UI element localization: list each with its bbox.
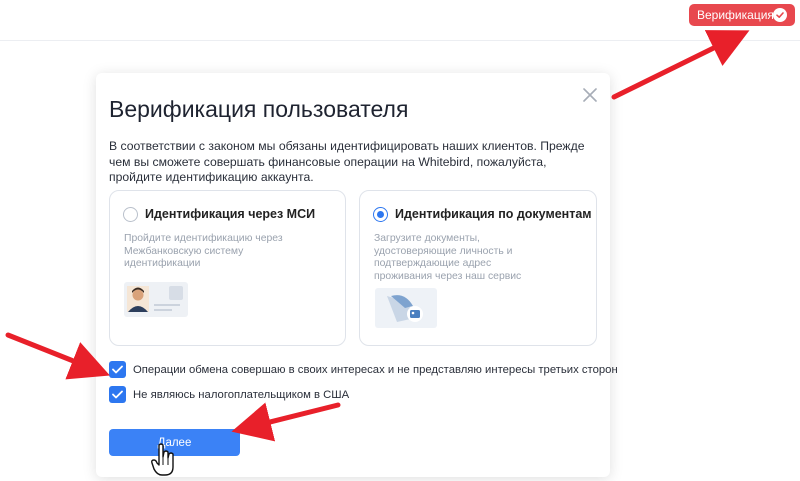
radio-icon[interactable] xyxy=(123,207,138,222)
modal-title: Верификация пользователя xyxy=(109,96,409,122)
id-card-icon xyxy=(124,282,188,317)
hand-pointer-icon xyxy=(151,443,177,477)
verification-badge-label: Верификация xyxy=(697,8,774,22)
document-icon xyxy=(375,288,437,328)
option-description-msi: Пройдите идентификацию через Межбанковск… xyxy=(124,233,283,270)
radio-icon[interactable] xyxy=(373,207,388,222)
modal-description: В соответствии с законом мы обязаны иден… xyxy=(109,139,585,184)
option-card-documents[interactable]: Идентификация по документам Загрузите до… xyxy=(359,190,597,346)
check-circle-icon xyxy=(773,8,787,22)
verification-badge[interactable]: Верификация xyxy=(689,4,795,26)
option-card-msi[interactable]: Идентификация через МСИ Пройдите идентиф… xyxy=(109,190,346,346)
checkbox-own-interests[interactable]: Операции обмена совершаю в своих интерес… xyxy=(109,361,618,378)
checkbox-not-us-taxpayer[interactable]: Не являюсь налогоплательщиком в США xyxy=(109,386,349,403)
checkbox-label-not-us-taxpayer: Не являюсь налогоплательщиком в США xyxy=(133,388,350,401)
close-icon[interactable] xyxy=(583,88,597,102)
option-description-documents: Загрузите документы, удостоверяющие личн… xyxy=(374,233,522,282)
verification-modal: Верификация пользователя В соответствии … xyxy=(96,73,618,477)
option-title-documents: Идентификация по документам xyxy=(395,207,592,221)
checkbox-label-own-interests: Операции обмена совершаю в своих интерес… xyxy=(133,363,618,376)
checkbox-check-icon[interactable] xyxy=(109,386,126,403)
checkbox-check-icon[interactable] xyxy=(109,361,126,378)
option-title-msi: Идентификация через МСИ xyxy=(145,207,316,221)
header-divider xyxy=(0,40,800,41)
